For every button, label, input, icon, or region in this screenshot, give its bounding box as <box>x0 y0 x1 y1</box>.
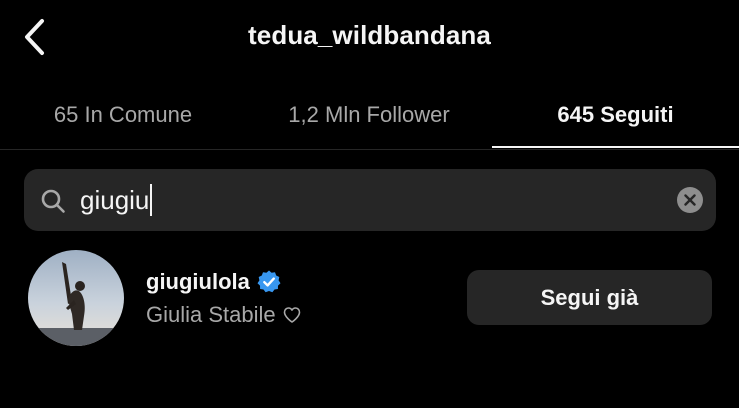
tab-following[interactable]: 645 Seguiti <box>492 80 739 149</box>
username-line: giugiulola <box>146 268 282 296</box>
fullname-line: Giulia Stabile <box>146 301 302 329</box>
username[interactable]: giugiulola <box>146 269 250 295</box>
search-bar[interactable]: giugiu <box>24 169 716 231</box>
top-bar: tedua_wildbandana <box>0 0 739 76</box>
page-title: tedua_wildbandana <box>248 20 491 50</box>
tab-bar: 65 In Comune 1,2 Mln Follower 645 Seguit… <box>0 80 739 150</box>
following-button[interactable]: Segui già <box>467 270 712 325</box>
search-input[interactable]: giugiu <box>80 169 153 231</box>
verified-badge-icon <box>257 270 281 293</box>
active-tab-indicator <box>492 146 739 148</box>
search-icon <box>41 189 65 213</box>
tab-mutual[interactable]: 65 In Comune <box>0 80 246 149</box>
list-item[interactable]: giugiulola Giulia Stabile Segui già <box>0 248 739 348</box>
avatar[interactable] <box>28 250 124 346</box>
clear-icon <box>684 194 696 206</box>
search-query: giugiu <box>80 185 150 215</box>
avatar-image <box>28 250 124 346</box>
tab-followers[interactable]: 1,2 Mln Follower <box>246 80 492 149</box>
full-name: Giulia Stabile <box>146 302 276 327</box>
text-cursor <box>150 184 153 217</box>
clear-search-button[interactable] <box>677 187 703 213</box>
heart-icon <box>283 307 300 323</box>
